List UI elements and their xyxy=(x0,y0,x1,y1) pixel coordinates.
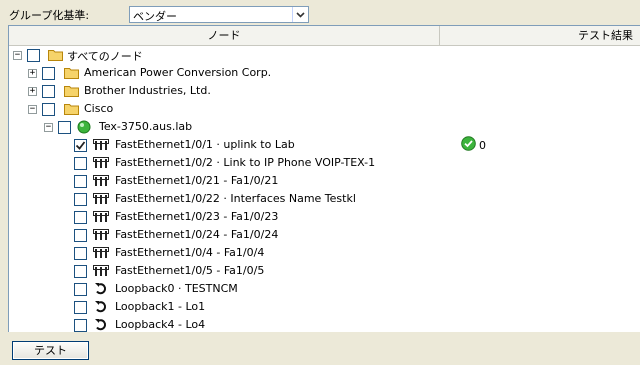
tree-row-interface[interactable]: Loopback4 - Lo4 xyxy=(9,316,640,332)
tree-label: American Power Conversion Corp. xyxy=(84,66,272,79)
tree-label: FastEthernet1/0/5 - Fa1/0/5 xyxy=(115,264,265,277)
action-bar: テスト xyxy=(0,332,640,365)
tree-row-node-tex-3750[interactable]: − Tex-3750.aus.lab xyxy=(9,118,640,136)
tree-label: FastEthernet1/0/21 - Fa1/0/21 xyxy=(115,174,279,187)
tree-row-interface[interactable]: FastEthernet1/0/24 - Fa1/0/24 xyxy=(9,226,640,244)
network-port-icon xyxy=(93,157,109,172)
tree-row-interface[interactable]: Loopback1 - Lo1 xyxy=(9,298,640,316)
folder-icon xyxy=(64,67,79,82)
tree-row-interface[interactable]: FastEthernet1/0/4 - Fa1/0/4 xyxy=(9,244,640,262)
collapse-toggle[interactable]: − xyxy=(44,123,53,132)
column-header-test-result[interactable]: テスト結果 xyxy=(441,26,640,46)
expand-toggle[interactable]: + xyxy=(28,87,37,96)
folder-icon xyxy=(64,85,79,100)
group-by-label: グループ化基準: xyxy=(9,9,90,22)
group-by-value: ベンダー xyxy=(133,10,177,23)
tree-label: Tex-3750.aus.lab xyxy=(99,120,193,133)
tree-label: FastEthernet1/0/2 · Link to IP Phone VOI… xyxy=(115,156,376,169)
checkbox[interactable] xyxy=(74,157,87,170)
checkbox[interactable] xyxy=(74,283,87,296)
folder-icon xyxy=(48,49,63,64)
checkbox[interactable] xyxy=(74,193,87,206)
folder-icon xyxy=(64,103,79,118)
tree-label: FastEthernet1/0/4 - Fa1/0/4 xyxy=(115,246,265,259)
tree-row-interface[interactable]: FastEthernet1/0/1 · uplink to Lab 0 xyxy=(9,136,640,154)
checkbox[interactable] xyxy=(74,319,87,332)
test-button[interactable]: テスト xyxy=(12,341,89,360)
tree-row-interface[interactable]: FastEthernet1/0/21 - Fa1/0/21 xyxy=(9,172,640,190)
checkbox[interactable] xyxy=(27,49,40,62)
checkbox-checked[interactable] xyxy=(74,139,87,152)
checkbox[interactable] xyxy=(74,211,87,224)
column-header-node[interactable]: ノード xyxy=(9,26,440,46)
checkbox[interactable] xyxy=(74,265,87,278)
node-tree-panel: ノード テスト結果 − すべてのノード + American Power Con… xyxy=(8,25,640,332)
network-port-icon xyxy=(93,175,109,190)
tree-label: Loopback1 - Lo1 xyxy=(115,300,206,313)
tree-label: FastEthernet1/0/24 - Fa1/0/24 xyxy=(115,228,279,241)
tree-label: すべてのノード xyxy=(67,50,143,63)
tree-label: FastEthernet1/0/22 · Interfaces Name Tes… xyxy=(115,192,356,205)
test-result-value: 0 xyxy=(479,138,486,152)
loopback-icon xyxy=(94,282,108,299)
loopback-icon xyxy=(94,300,108,317)
checkbox[interactable] xyxy=(74,301,87,314)
network-port-icon xyxy=(93,211,109,226)
checkbox[interactable] xyxy=(74,229,87,242)
network-port-icon xyxy=(93,139,109,154)
tree-row-all-nodes[interactable]: − すべてのノード xyxy=(9,46,640,64)
tree-label: Loopback0 · TESTNCM xyxy=(115,282,238,295)
network-port-icon xyxy=(93,229,109,244)
checkbox[interactable] xyxy=(42,85,55,98)
chevron-down-icon[interactable] xyxy=(292,7,308,22)
checkbox[interactable] xyxy=(58,121,71,134)
grouping-toolbar: グループ化基準: ベンダー xyxy=(0,0,640,24)
checkbox[interactable] xyxy=(42,67,55,80)
test-result-cell: 0 xyxy=(461,136,486,154)
expand-toggle[interactable]: + xyxy=(28,69,37,78)
tree-row-interface[interactable]: Loopback0 · TESTNCM xyxy=(9,280,640,298)
network-port-icon xyxy=(93,265,109,280)
tree-row-vendor-apc[interactable]: + American Power Conversion Corp. xyxy=(9,64,640,82)
group-by-select[interactable]: ベンダー xyxy=(129,6,309,23)
checkbox[interactable] xyxy=(74,175,87,188)
collapse-toggle[interactable]: − xyxy=(13,51,22,60)
tree-label: Brother Industries, Ltd. xyxy=(84,84,211,97)
checkbox[interactable] xyxy=(74,247,87,260)
network-port-icon xyxy=(93,193,109,208)
check-circle-icon xyxy=(461,136,476,154)
loopback-icon xyxy=(94,318,108,332)
network-port-icon xyxy=(93,247,109,262)
tree-label: FastEthernet1/0/1 · uplink to Lab xyxy=(115,138,295,151)
tree-row-interface[interactable]: FastEthernet1/0/5 - Fa1/0/5 xyxy=(9,262,640,280)
column-header: ノード テスト結果 xyxy=(9,26,640,46)
collapse-toggle[interactable]: − xyxy=(28,105,37,114)
node-status-up-icon xyxy=(77,120,91,137)
tree-row-interface[interactable]: FastEthernet1/0/23 - Fa1/0/23 xyxy=(9,208,640,226)
tree-label: FastEthernet1/0/23 - Fa1/0/23 xyxy=(115,210,279,223)
tree-row-interface[interactable]: FastEthernet1/0/22 · Interfaces Name Tes… xyxy=(9,190,640,208)
tree-row-vendor-cisco[interactable]: − Cisco xyxy=(9,100,640,118)
tree-row-interface[interactable]: FastEthernet1/0/2 · Link to IP Phone VOI… xyxy=(9,154,640,172)
tree-row-vendor-brother[interactable]: + Brother Industries, Ltd. xyxy=(9,82,640,100)
checkbox[interactable] xyxy=(42,103,55,116)
tree-label: Loopback4 - Lo4 xyxy=(115,318,206,331)
tree-label: Cisco xyxy=(84,102,114,115)
